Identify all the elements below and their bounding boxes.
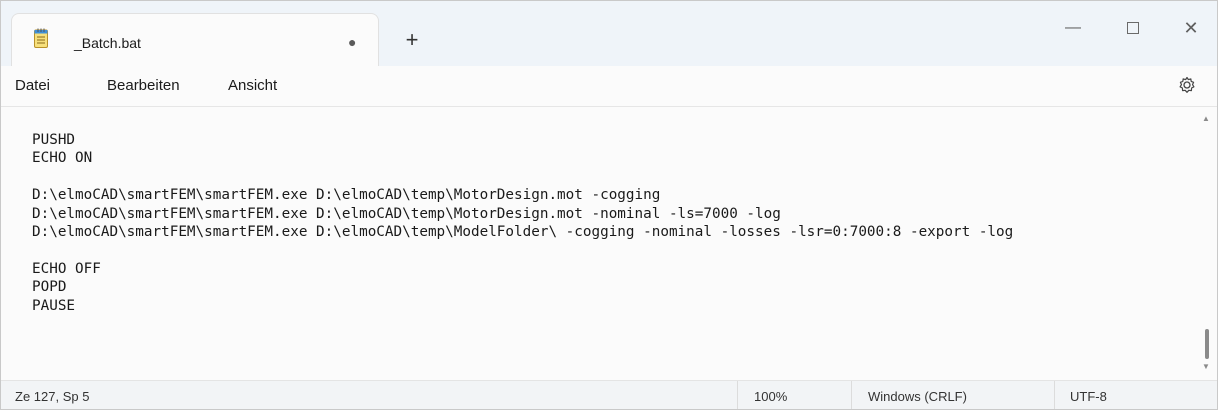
notepad-window: _Batch.bat ● + — ✕ Datei Bearbeiten Ansi… [0, 0, 1218, 410]
scroll-down-arrow-icon[interactable]: ▼ [1202, 362, 1210, 371]
scrollbar-thumb[interactable] [1205, 329, 1209, 359]
editor-content[interactable]: PUSHD ECHO ON D:\elmoCAD\smartFEM\smartF… [32, 131, 1013, 315]
tab-title: _Batch.bat [74, 35, 141, 51]
encoding[interactable]: UTF-8 [1070, 389, 1107, 404]
close-button[interactable]: ✕ [1171, 13, 1211, 43]
menu-view[interactable]: Ansicht [228, 77, 277, 94]
unsaved-indicator[interactable]: ● [348, 34, 356, 50]
menu-edit[interactable]: Bearbeiten [107, 77, 180, 94]
file-tab[interactable]: _Batch.bat ● [11, 13, 379, 66]
line-ending[interactable]: Windows (CRLF) [868, 389, 967, 404]
maximize-button[interactable] [1113, 13, 1153, 43]
zoom-level[interactable]: 100% [754, 389, 787, 404]
status-divider [737, 381, 738, 409]
status-divider [1054, 381, 1055, 409]
notepad-icon [34, 28, 48, 48]
menu-file[interactable]: Datei [15, 77, 50, 94]
scroll-up-arrow-icon[interactable]: ▲ [1202, 114, 1210, 123]
menu-bar: Datei Bearbeiten Ansicht [1, 66, 1217, 107]
status-divider [851, 381, 852, 409]
minimize-button[interactable]: — [1053, 13, 1093, 43]
new-tab-button[interactable]: + [397, 25, 427, 55]
maximize-icon [1127, 22, 1139, 34]
gear-icon[interactable] [1177, 74, 1197, 96]
text-editor[interactable]: PUSHD ECHO ON D:\elmoCAD\smartFEM\smartF… [1, 107, 1217, 379]
status-bar: Ze 127, Sp 5 100% Windows (CRLF) UTF-8 [1, 380, 1217, 409]
cursor-position: Ze 127, Sp 5 [15, 389, 90, 404]
title-bar: _Batch.bat ● + — ✕ [1, 1, 1217, 66]
